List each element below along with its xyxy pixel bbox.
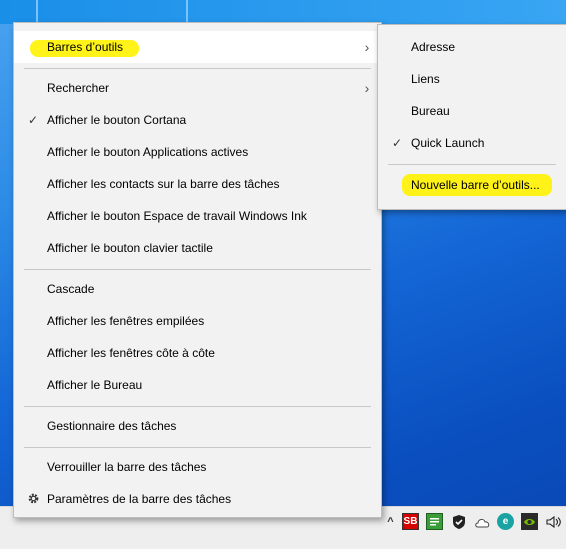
checkmark-icon: ✓ bbox=[391, 136, 403, 150]
notes-app-icon[interactable] bbox=[426, 513, 443, 530]
menu-item-side-by-side-windows[interactable]: Afficher les fenêtres côte à côte bbox=[14, 337, 381, 369]
menu-item-label: Afficher le Bureau bbox=[47, 378, 143, 392]
menu-item-label: Afficher le bouton Applications actives bbox=[47, 145, 249, 159]
menu-separator bbox=[24, 447, 371, 448]
toolbars-submenu: Adresse Liens Bureau ✓ Quick Launch Nouv… bbox=[377, 24, 566, 210]
submenu-item-label: Adresse bbox=[411, 40, 456, 54]
edge-browser-icon[interactable]: e bbox=[497, 513, 514, 530]
menu-separator bbox=[24, 406, 371, 407]
window-edge bbox=[186, 0, 188, 24]
menu-item-label: Afficher le bouton Cortana bbox=[47, 113, 187, 127]
menu-item-task-manager[interactable]: Gestionnaire des tâches bbox=[14, 410, 381, 442]
menu-item-label: Afficher le bouton Espace de travail Win… bbox=[47, 209, 307, 223]
gear-icon bbox=[26, 483, 40, 517]
menu-item-label: Gestionnaire des tâches bbox=[47, 419, 177, 433]
menu-separator bbox=[388, 164, 556, 165]
submenu-item-label: Bureau bbox=[411, 104, 450, 118]
onedrive-cloud-icon[interactable] bbox=[474, 513, 491, 530]
volume-icon[interactable] bbox=[545, 513, 562, 530]
menu-item-stacked-windows[interactable]: Afficher les fenêtres empilées bbox=[14, 305, 381, 337]
submenu-item-label: Nouvelle barre d’outils... bbox=[411, 178, 540, 192]
menu-item-label: Cascade bbox=[47, 282, 95, 296]
sb-app-icon[interactable]: SB bbox=[402, 513, 419, 530]
submenu-item-label: Liens bbox=[411, 72, 440, 86]
menu-item-show-desktop[interactable]: Afficher le Bureau bbox=[14, 369, 381, 401]
menu-item-show-cortana[interactable]: ✓ Afficher le bouton Cortana bbox=[14, 104, 381, 136]
desktop-window-strip bbox=[0, 0, 566, 24]
menu-item-label: Verrouiller la barre des tâches bbox=[47, 460, 207, 474]
menu-item-label: Rechercher bbox=[47, 81, 110, 95]
menu-separator bbox=[24, 269, 371, 270]
nvidia-icon[interactable] bbox=[521, 513, 538, 530]
menu-item-label: Afficher les contacts sur la barre des t… bbox=[47, 177, 280, 191]
window-edge bbox=[36, 0, 38, 24]
checkmark-icon: ✓ bbox=[27, 113, 39, 127]
taskbar-context-menu: Barres d’outils › Rechercher › ✓ Affiche… bbox=[13, 22, 382, 518]
menu-item-label: Afficher les fenêtres côte à côte bbox=[47, 346, 215, 360]
chevron-right-icon: › bbox=[364, 39, 370, 55]
menu-item-taskbar-settings[interactable]: Paramètres de la barre des tâches bbox=[14, 483, 381, 515]
submenu-item-quick-launch[interactable]: ✓ Quick Launch bbox=[378, 127, 566, 159]
submenu-item-address[interactable]: Adresse bbox=[378, 31, 566, 63]
submenu-item-label: Quick Launch bbox=[411, 136, 485, 150]
menu-item-show-contacts[interactable]: Afficher les contacts sur la barre des t… bbox=[14, 168, 381, 200]
shield-check-icon[interactable] bbox=[450, 513, 467, 530]
menu-item-label: Afficher les fenêtres empilées bbox=[47, 314, 205, 328]
menu-separator bbox=[24, 68, 371, 69]
menu-item-label: Barres d’outils bbox=[47, 40, 124, 54]
menu-item-lock-taskbar[interactable]: Verrouiller la barre des tâches bbox=[14, 451, 381, 483]
menu-item-label: Paramètres de la barre des tâches bbox=[47, 492, 232, 506]
menu-item-show-touch-keyboard[interactable]: Afficher le bouton clavier tactile bbox=[14, 232, 381, 264]
submenu-item-new-toolbar[interactable]: Nouvelle barre d’outils... bbox=[378, 169, 566, 201]
menu-item-toolbars[interactable]: Barres d’outils › bbox=[14, 31, 381, 63]
menu-item-show-task-view[interactable]: Afficher le bouton Applications actives bbox=[14, 136, 381, 168]
menu-item-label: Afficher le bouton clavier tactile bbox=[47, 241, 213, 255]
show-hidden-icons-chevron-icon[interactable]: ^ bbox=[382, 513, 399, 530]
menu-item-search[interactable]: Rechercher › bbox=[14, 72, 381, 104]
menu-item-show-ink-workspace[interactable]: Afficher le bouton Espace de travail Win… bbox=[14, 200, 381, 232]
submenu-item-desktop[interactable]: Bureau bbox=[378, 95, 566, 127]
submenu-item-links[interactable]: Liens bbox=[378, 63, 566, 95]
menu-item-cascade[interactable]: Cascade bbox=[14, 273, 381, 305]
chevron-right-icon: › bbox=[364, 80, 370, 96]
